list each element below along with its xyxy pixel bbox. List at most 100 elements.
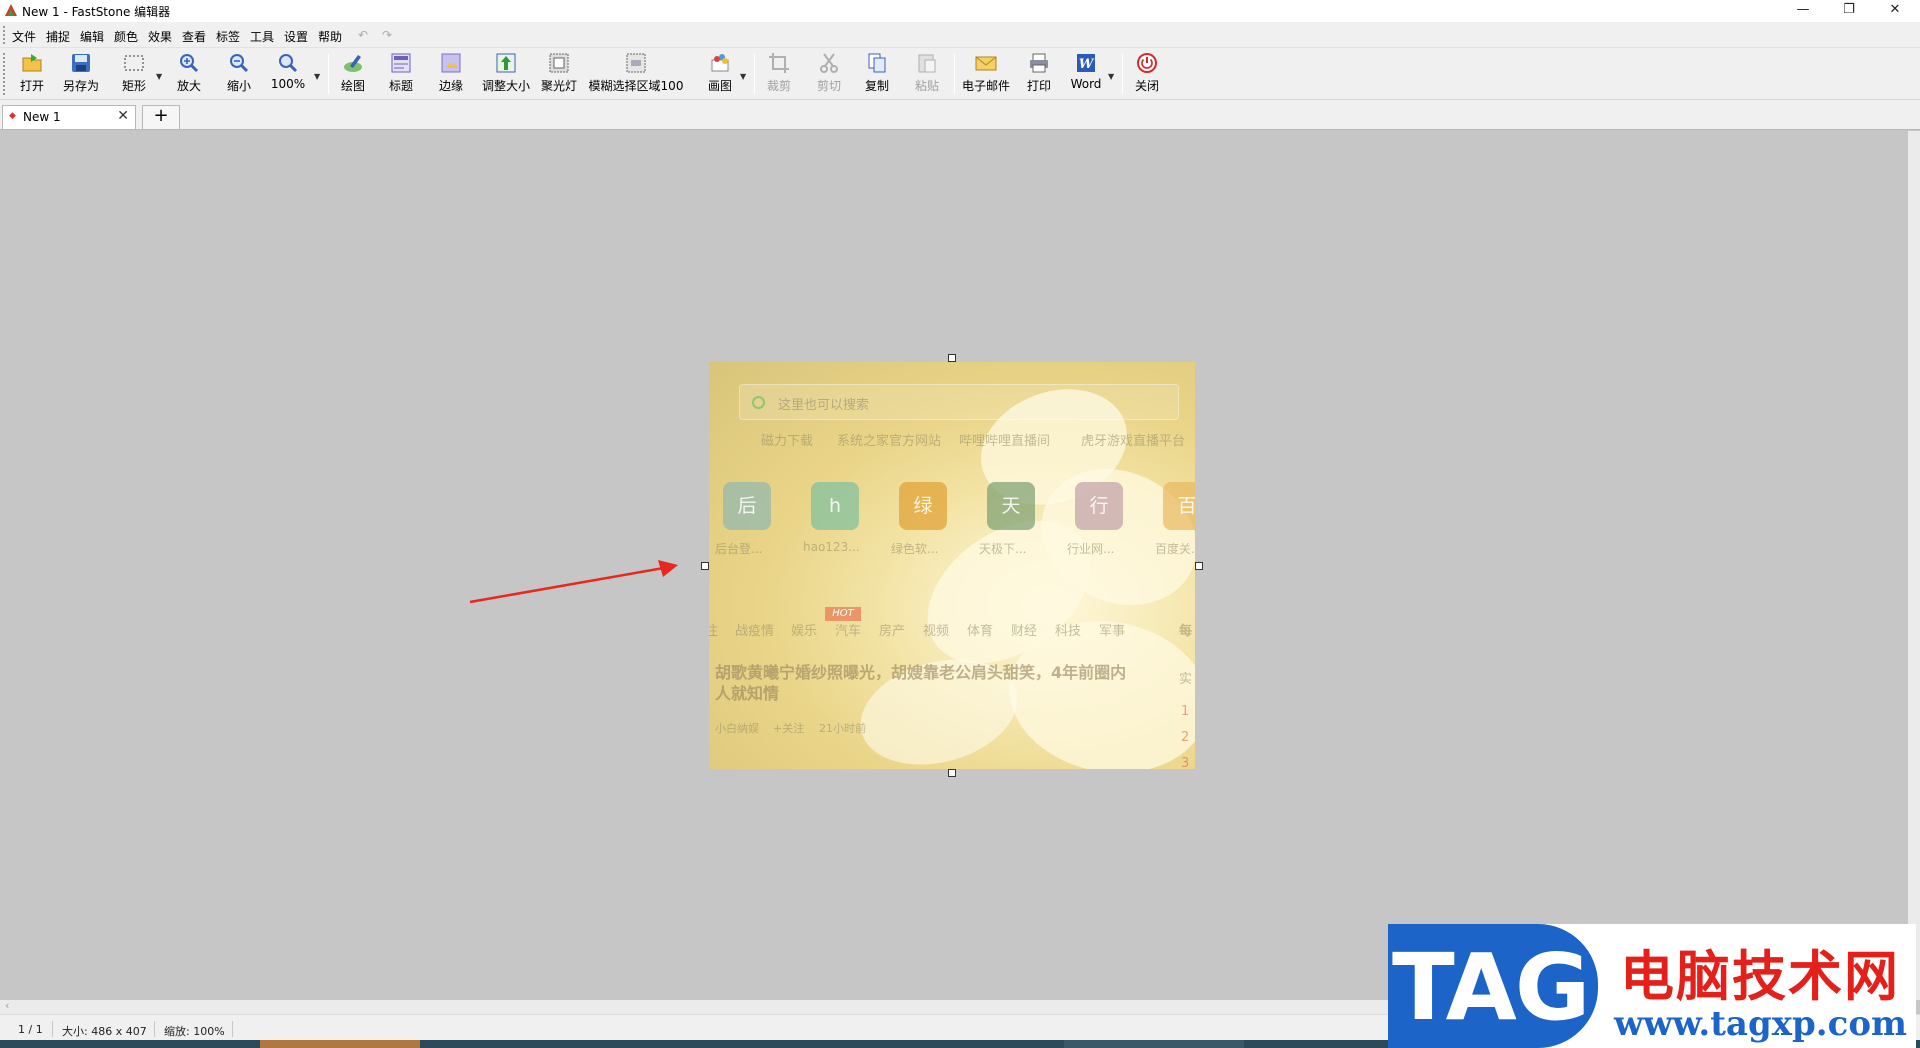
caption-label: 标题 — [388, 79, 413, 93]
draw-icon — [344, 55, 362, 72]
zoom-icon — [279, 54, 298, 73]
resize-label: 调整大小 — [481, 79, 530, 93]
restore-button[interactable]: ❐ — [1826, 0, 1872, 22]
captured-search-bar: 这里也可以搜索 — [739, 384, 1179, 420]
resize-icon — [496, 53, 516, 73]
close-window-button[interactable]: ✕ — [1872, 0, 1918, 22]
menu-file[interactable]: 文件 — [12, 28, 36, 45]
blur-region-label: 模糊选择区域100 — [588, 79, 684, 93]
zoom-dropdown-icon[interactable]: ▼ — [314, 72, 320, 81]
rank-number: 2 — [1181, 730, 1190, 745]
blur-region-button[interactable]: 模糊选择区域100 — [588, 52, 684, 98]
save-as-label: 另存为 — [62, 79, 99, 93]
undo-icon[interactable]: ↶ — [358, 28, 368, 42]
word-dropdown-icon[interactable]: ▼ — [1108, 72, 1114, 81]
search-logo-icon — [752, 396, 765, 409]
edited-image[interactable]: 这里也可以搜索 磁力下载 系统之家官方网站 哔哩哔哩直播间 虎牙游戏直播平台 后… — [709, 362, 1195, 769]
tile-label: 行业网... — [1067, 542, 1115, 556]
menu-tags[interactable]: 标签 — [216, 28, 240, 45]
vertical-scrollbar[interactable] — [1908, 131, 1920, 1000]
menu-tools[interactable]: 工具 — [250, 28, 274, 45]
window-title: New 1 - FastStone 编辑器 — [22, 5, 171, 19]
tile-label: 后台登... — [715, 542, 763, 556]
news-tab: 注 — [709, 624, 719, 639]
caption-icon — [391, 53, 411, 73]
news-headline: 胡歌黄曦宁婚纱照曝光，胡嫂靠老公肩头甜笑，4年前圈内人就知情 — [715, 663, 1127, 703]
add-tab-button[interactable]: + — [142, 105, 180, 129]
copy-button[interactable]: 复制 — [860, 52, 894, 98]
rectangle-select-button[interactable]: 矩形 — [114, 52, 154, 98]
resize-handle-right[interactable] — [1195, 562, 1203, 570]
news-tab: 每 — [1179, 624, 1193, 639]
shortcut-tile: 后 — [723, 482, 771, 530]
paint-button[interactable]: 画图 — [704, 52, 736, 98]
resize-button[interactable]: 调整大小 — [480, 52, 532, 98]
word-button[interactable]: W Word — [1068, 52, 1104, 98]
side-text: 实 — [1179, 672, 1193, 687]
menu-effects[interactable]: 效果 — [148, 28, 172, 45]
resize-handle-left[interactable] — [701, 562, 709, 570]
crop-label: 裁剪 — [766, 79, 791, 93]
crop-button[interactable]: 裁剪 — [762, 52, 796, 98]
rectangle-dropdown-icon[interactable]: ▼ — [156, 72, 162, 81]
paint-icon — [711, 54, 729, 72]
power-icon — [1137, 53, 1157, 73]
cut-button[interactable]: 剪切 — [812, 52, 846, 98]
resize-handle-top[interactable] — [948, 354, 956, 362]
title-bar: New 1 - FastStone 编辑器 — ❐ ✕ — [0, 0, 1920, 22]
tab-close-icon[interactable]: ✕ — [117, 108, 129, 124]
email-button[interactable]: 电子邮件 — [960, 52, 1012, 98]
edge-button[interactable]: 边缘 — [434, 52, 468, 98]
save-as-button[interactable]: 另存为 — [58, 52, 104, 98]
zoom-100-button[interactable]: 100% — [268, 52, 308, 98]
draw-button[interactable]: 绘图 — [336, 52, 370, 98]
main-toolbar: 打开 另存为 矩形 ▼ 放大 缩小 100% ▼ 绘图 标题 边缘 调整大小 聚… — [0, 48, 1920, 100]
open-label: 打开 — [19, 79, 44, 93]
close-image-button[interactable]: 关闭 — [1130, 52, 1164, 98]
spotlight-icon — [549, 53, 569, 73]
word-icon: W — [1077, 54, 1095, 72]
menu-capture[interactable]: 捕捉 — [46, 28, 70, 45]
save-disk-icon — [72, 54, 90, 72]
toolbar-separator — [1122, 54, 1123, 94]
menu-help[interactable]: 帮助 — [318, 28, 342, 45]
menu-color[interactable]: 颜色 — [114, 28, 138, 45]
zoom-out-button[interactable]: 缩小 — [222, 52, 256, 98]
horizontal-scrollbar[interactable]: ‹ — [0, 999, 1400, 1014]
minimize-button[interactable]: — — [1780, 0, 1826, 22]
menu-edit[interactable]: 编辑 — [80, 28, 104, 45]
hot-badge: HOT — [825, 607, 861, 621]
paint-dropdown-icon[interactable]: ▼ — [740, 72, 746, 81]
open-button[interactable]: 打开 — [14, 52, 50, 98]
crop-icon — [769, 53, 789, 73]
scroll-left-icon[interactable]: ‹ — [5, 999, 9, 1012]
watermark-site-name: 电脑技术网 — [1620, 945, 1900, 1008]
copy-label: 复制 — [864, 79, 889, 93]
paint-label: 画图 — [707, 79, 732, 93]
toolbar-grip — [3, 53, 5, 95]
redo-icon[interactable]: ↷ — [382, 28, 392, 42]
news-tab: 汽车 — [835, 624, 862, 639]
cut-label: 剪切 — [816, 79, 841, 93]
menu-settings[interactable]: 设置 — [284, 28, 308, 45]
captured-search-placeholder: 这里也可以搜索 — [778, 398, 870, 413]
resize-handle-bottom[interactable] — [948, 769, 956, 777]
tab-new-1[interactable]: ◆ New 1 ✕ — [2, 105, 136, 129]
modified-dot-icon: ◆ — [9, 111, 16, 121]
status-divider — [232, 1021, 233, 1037]
zoom-in-button[interactable]: 放大 — [172, 52, 206, 98]
print-label: 打印 — [1026, 79, 1051, 93]
print-button[interactable]: 打印 — [1024, 52, 1054, 98]
paste-button[interactable]: 粘贴 — [910, 52, 944, 98]
caption-button[interactable]: 标题 — [384, 52, 418, 98]
spotlight-button[interactable]: 聚光灯 — [540, 52, 578, 98]
paste-label: 粘贴 — [914, 79, 939, 93]
toolbar-separator — [954, 54, 955, 94]
zoom-in-icon — [180, 54, 199, 73]
menu-view[interactable]: 查看 — [182, 28, 206, 45]
news-time: 21小时前 — [819, 722, 866, 735]
red-arrow-annotation — [469, 560, 678, 604]
status-divider — [154, 1021, 155, 1037]
quick-link: 哔哩哔哩直播间 — [959, 434, 1051, 449]
zoom-out-label: 缩小 — [226, 79, 251, 93]
